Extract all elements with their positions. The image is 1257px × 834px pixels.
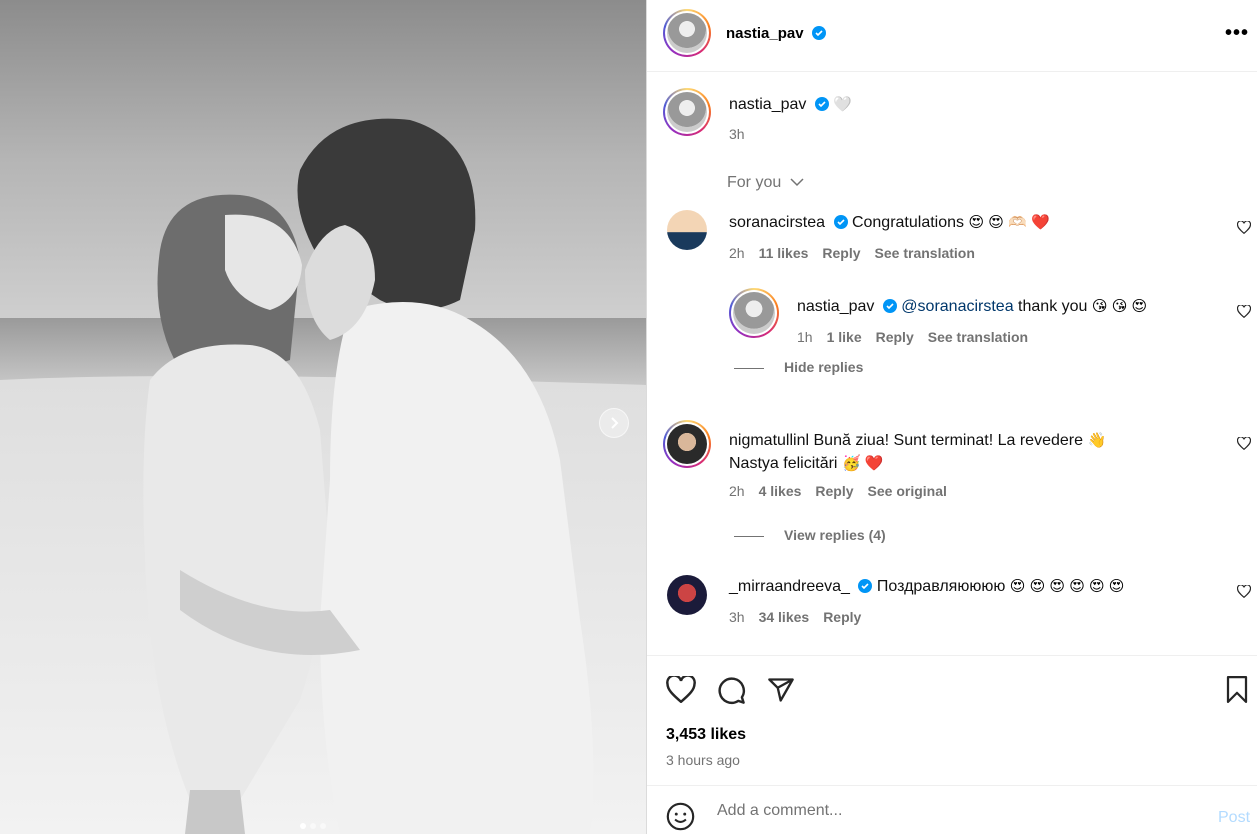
comment-meta: 1h 1 like Reply See translation	[797, 329, 1028, 345]
avatar[interactable]	[663, 9, 711, 57]
avatar[interactable]	[729, 288, 779, 338]
comment-emojis: 😘 😘 😍	[1091, 298, 1148, 315]
carousel-dot	[320, 823, 326, 829]
see-original-button[interactable]: See original	[868, 483, 947, 499]
comment-filter-label: For you	[727, 174, 782, 191]
like-comment-heart-icon[interactable]	[1237, 585, 1251, 598]
comment-author[interactable]: _mirraandreeva_	[729, 578, 850, 595]
reply-button[interactable]: Reply	[815, 483, 853, 499]
reply-button[interactable]: Reply	[823, 609, 861, 625]
chevron-right-icon	[611, 417, 619, 429]
comment-time: 3h	[729, 609, 745, 625]
comment-text: Nastya felicitări	[729, 455, 838, 472]
comment-mention-link[interactable]: @soranacirstea	[901, 298, 1013, 315]
comment-composer: Post	[647, 785, 1257, 834]
post-actions: 3,453 likes 3 hours ago	[647, 655, 1257, 785]
like-heart-icon[interactable]	[666, 676, 696, 703]
comment-emojis: 😍 😍 🫶🏻 ❤️	[968, 214, 1050, 231]
comment-emojis: 🥳 ❤️	[841, 455, 884, 472]
avatar[interactable]	[663, 420, 711, 468]
comment-emojis: 😍 😍 😍 😍 😍 😍	[1009, 578, 1125, 595]
carousel-dot	[300, 823, 306, 829]
verified-icon	[814, 97, 829, 111]
view-replies-label: View replies (4)	[784, 527, 886, 543]
caption-meta: 3h	[729, 126, 745, 142]
post-header: nastia_pav •••	[647, 0, 1257, 72]
comment-filter-dropdown[interactable]: For you	[727, 174, 804, 192]
more-options-icon[interactable]: •••	[1225, 22, 1249, 45]
comment-text: thank you	[1018, 298, 1088, 315]
verified-icon	[882, 299, 897, 313]
avatar[interactable]	[667, 575, 707, 615]
post-details-panel: nastia_pav ••• nastia_pav 🤍 3h For you s…	[646, 0, 1257, 834]
view-replies-button[interactable]: View replies (4)	[734, 527, 886, 543]
caption-time: 3h	[729, 126, 745, 142]
post-author[interactable]: nastia_pav	[726, 25, 826, 42]
post-author-name[interactable]: nastia_pav	[726, 25, 804, 42]
comment-likes[interactable]: 34 likes	[759, 609, 810, 625]
carousel-dot	[310, 823, 316, 829]
see-translation-button[interactable]: See translation	[875, 245, 975, 261]
comment: nigmatullinl Bună ziua! Sunt terminat! L…	[729, 429, 1209, 475]
hide-replies-label: Hide replies	[784, 359, 864, 375]
comment-time: 2h	[729, 483, 745, 499]
like-comment-heart-icon[interactable]	[1237, 221, 1251, 234]
comment-meta: 2h 4 likes Reply See original	[729, 483, 947, 499]
photo-image	[0, 0, 646, 834]
comment-input[interactable]	[717, 798, 1197, 824]
emoji-icon[interactable]	[666, 802, 695, 831]
instagram-post-view: nastia_pav ••• nastia_pav 🤍 3h For you s…	[0, 0, 1257, 834]
comment-author[interactable]: nastia_pav	[797, 298, 874, 315]
hide-replies-button[interactable]: Hide replies	[734, 359, 863, 375]
comment-likes[interactable]: 1 like	[827, 329, 862, 345]
verified-icon	[833, 215, 848, 229]
comment-author[interactable]: soranacirstea	[729, 214, 825, 231]
caption: nastia_pav 🤍	[729, 95, 852, 114]
reply-button[interactable]: Reply	[822, 245, 860, 261]
comment-likes[interactable]: 4 likes	[759, 483, 802, 499]
verified-icon	[858, 579, 873, 593]
comments-list[interactable]: nastia_pav 🤍 3h For you soranacirstea Co…	[647, 73, 1257, 655]
comment-meta: 3h 34 likes Reply	[729, 609, 861, 625]
post-photo[interactable]	[0, 0, 646, 834]
carousel-dots	[300, 823, 326, 829]
comment: soranacirstea Congratulations 😍 😍 🫶🏻 ❤️	[729, 213, 1050, 232]
post-time: 3 hours ago	[666, 752, 740, 768]
comment: _mirraandreeva_ Поздравляюююю 😍 😍 😍 😍 😍 …	[729, 577, 1124, 596]
likes-count[interactable]: 3,453 likes	[666, 726, 746, 744]
chevron-down-icon	[790, 178, 804, 187]
avatar[interactable]	[667, 210, 707, 250]
comment-author[interactable]: nigmatullinl	[729, 432, 809, 449]
see-translation-button[interactable]: See translation	[928, 329, 1028, 345]
caption-text: 🤍	[833, 96, 852, 113]
verified-icon	[811, 26, 826, 40]
comment-likes[interactable]: 11 likes	[759, 245, 809, 261]
share-icon[interactable]	[766, 676, 796, 704]
like-comment-heart-icon[interactable]	[1237, 437, 1251, 450]
reply-button[interactable]: Reply	[876, 329, 914, 345]
comment-text: Поздравляюююю	[876, 578, 1006, 595]
comment-text: Bună ziua! Sunt terminat! La revedere	[813, 432, 1084, 449]
reply-comment: nastia_pav @soranacirstea thank you 😘 😘 …	[797, 297, 1147, 316]
comment-time: 1h	[797, 329, 813, 345]
comment-meta: 2h 11 likes Reply See translation	[729, 245, 975, 261]
caption-author[interactable]: nastia_pav	[729, 96, 806, 113]
save-bookmark-icon[interactable]	[1225, 676, 1249, 703]
avatar[interactable]	[663, 88, 711, 136]
like-comment-heart-icon[interactable]	[1237, 305, 1251, 318]
comment-emojis: 👋	[1087, 432, 1107, 449]
comment-time: 2h	[729, 245, 745, 261]
comment-icon[interactable]	[717, 676, 746, 705]
post-comment-button[interactable]: Post	[1218, 809, 1250, 827]
next-photo-button[interactable]	[599, 408, 629, 438]
comment-text: Congratulations	[851, 214, 965, 231]
